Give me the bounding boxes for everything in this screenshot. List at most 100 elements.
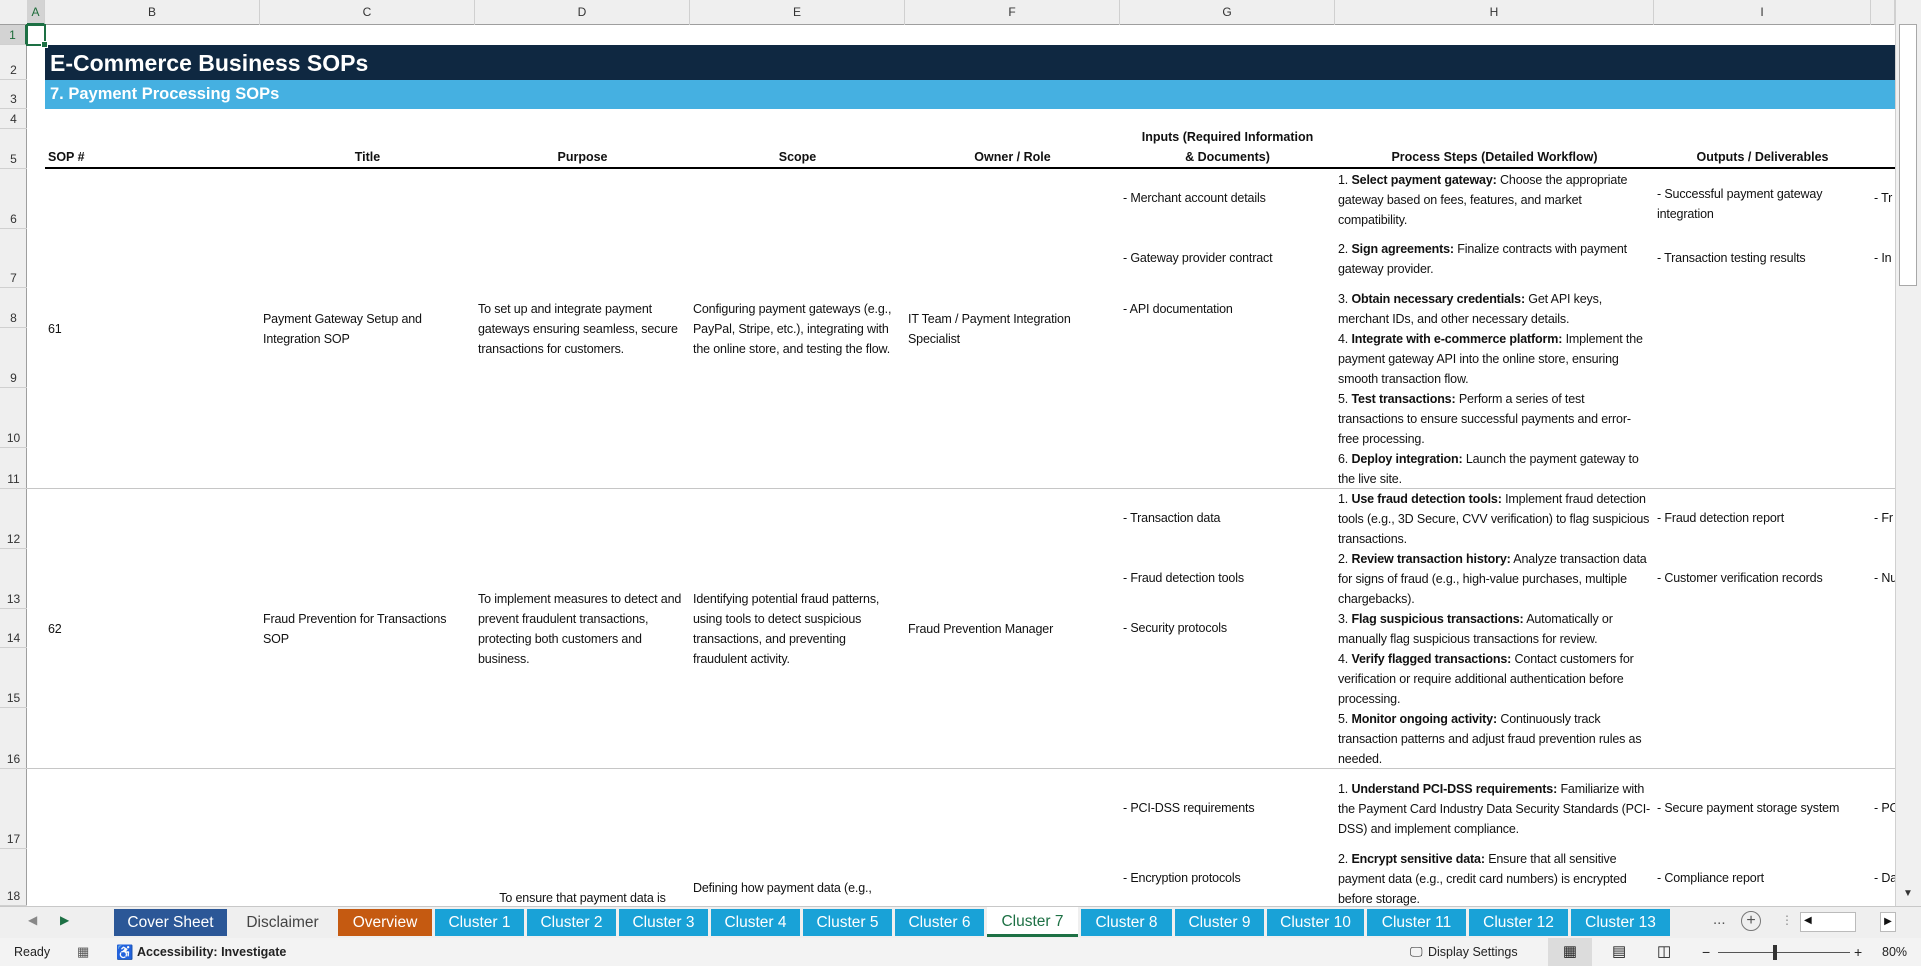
- process-step[interactable]: 2. Review transaction history: Analyze t…: [1335, 549, 1654, 609]
- row-header-7[interactable]: 7: [0, 229, 27, 288]
- row-header-17[interactable]: 17: [0, 769, 27, 849]
- column-header-a[interactable]: A: [27, 0, 45, 25]
- tab-splitter-icon[interactable]: ⋮: [1781, 913, 1793, 927]
- input-item[interactable]: - Transaction data: [1120, 508, 1335, 528]
- input-item[interactable]: - API documentation: [1120, 299, 1335, 319]
- row-header-6[interactable]: 6: [0, 169, 27, 229]
- sop-purpose[interactable]: To implement measures to detect and prev…: [475, 489, 690, 768]
- sheet-tab-cluster-3[interactable]: Cluster 3: [619, 909, 708, 936]
- sop-purpose[interactable]: To ensure that payment data is: [475, 888, 690, 908]
- sheet-tab-cluster-4[interactable]: Cluster 4: [711, 909, 800, 936]
- sop-scope[interactable]: Configuring payment gateways (e.g., PayP…: [690, 169, 905, 488]
- page-break-view-icon[interactable]: ◫: [1657, 938, 1671, 966]
- sheet-tab-cluster-1[interactable]: Cluster 1: [435, 909, 524, 936]
- input-item[interactable]: - Merchant account details: [1120, 188, 1335, 208]
- sop-owner[interactable]: Fraud Prevention Manager: [905, 489, 1120, 768]
- zoom-in-button[interactable]: +: [1854, 938, 1862, 966]
- column-header-g[interactable]: G: [1120, 0, 1335, 25]
- column-j-item-clipped[interactable]: - PC: [1871, 798, 1895, 818]
- sheet-tab-cluster-2[interactable]: Cluster 2: [527, 909, 616, 936]
- header-scope[interactable]: Scope: [690, 129, 905, 169]
- row-header-8[interactable]: 8: [0, 288, 27, 328]
- sop-purpose[interactable]: To set up and integrate payment gateways…: [475, 169, 690, 488]
- input-item[interactable]: - Security protocols: [1120, 618, 1335, 638]
- header-outputs[interactable]: Outputs / Deliverables: [1654, 129, 1871, 169]
- header-purpose[interactable]: Purpose: [475, 129, 690, 169]
- header-process-steps[interactable]: Process Steps (Detailed Workflow): [1335, 129, 1654, 169]
- output-item[interactable]: - Compliance report: [1654, 868, 1844, 888]
- page-layout-view-icon[interactable]: ▤: [1612, 938, 1626, 966]
- zoom-out-button[interactable]: −: [1702, 938, 1710, 966]
- row-header-9[interactable]: 9: [0, 328, 27, 388]
- display-settings-button[interactable]: Display Settings: [1428, 938, 1518, 966]
- sheet-tab-cluster-11[interactable]: Cluster 11: [1367, 909, 1466, 936]
- process-step[interactable]: 1. Select payment gateway: Choose the ap…: [1335, 170, 1654, 230]
- row-header-1[interactable]: 1: [0, 25, 27, 45]
- output-item[interactable]: - Fraud detection report: [1654, 508, 1844, 528]
- output-item[interactable]: - Transaction testing results: [1654, 248, 1844, 268]
- prev-sheet-arrow-icon[interactable]: ◀: [28, 913, 37, 927]
- input-item[interactable]: - Fraud detection tools: [1120, 568, 1335, 588]
- header-owner[interactable]: Owner / Role: [905, 129, 1120, 169]
- horizontal-scrollbar[interactable]: ◀: [1800, 912, 1856, 932]
- row-header-15[interactable]: 15: [0, 648, 27, 708]
- row-header-11[interactable]: 11: [0, 448, 27, 489]
- accessibility-icon[interactable]: ♿: [116, 938, 133, 966]
- column-header-c[interactable]: C: [260, 0, 475, 25]
- active-cell-A1[interactable]: [26, 24, 48, 48]
- scroll-down-arrow-icon[interactable]: ▼: [1899, 888, 1917, 904]
- sop-title[interactable]: Fraud Prevention for Transactions SOP: [260, 489, 475, 768]
- column-j-item-clipped[interactable]: - In: [1871, 248, 1895, 268]
- row-header-18[interactable]: 18: [0, 849, 27, 906]
- sop-scope[interactable]: Identifying potential fraud patterns, us…: [690, 489, 905, 768]
- sheet-tab-cluster-12[interactable]: Cluster 12: [1469, 909, 1568, 936]
- column-j-item-clipped[interactable]: - Da: [1871, 868, 1895, 888]
- process-step[interactable]: 3. Obtain necessary credentials: Get API…: [1335, 289, 1654, 329]
- accessibility-status[interactable]: Accessibility: Investigate: [137, 938, 286, 966]
- row-header-4[interactable]: 4: [0, 109, 27, 129]
- row-header-16[interactable]: 16: [0, 708, 27, 769]
- row-header-12[interactable]: 12: [0, 489, 27, 549]
- process-step[interactable]: 3. Flag suspicious transactions: Automat…: [1335, 609, 1654, 649]
- output-item[interactable]: - Customer verification records: [1654, 568, 1844, 588]
- process-step[interactable]: 1. Understand PCI-DSS requirements: Fami…: [1335, 779, 1654, 839]
- sheet-tab-cluster-5[interactable]: Cluster 5: [803, 909, 892, 936]
- zoom-slider[interactable]: [1718, 952, 1850, 953]
- input-item[interactable]: - Gateway provider contract: [1120, 248, 1335, 268]
- input-item[interactable]: - PCI-DSS requirements: [1120, 798, 1335, 818]
- column-j-item-clipped[interactable]: - Nu: [1871, 568, 1895, 588]
- sheet-tab-overview[interactable]: Overview: [338, 909, 432, 936]
- scroll-right-icon[interactable]: ▶: [1880, 912, 1896, 932]
- column-header-e[interactable]: E: [690, 0, 905, 25]
- next-sheet-arrow-icon[interactable]: ▶: [60, 913, 69, 927]
- row-header-5[interactable]: 5: [0, 129, 27, 169]
- scroll-left-icon[interactable]: ◀: [1804, 915, 1812, 926]
- display-settings-icon[interactable]: 🖵: [1410, 938, 1423, 966]
- sheet-tab-cluster-6[interactable]: Cluster 6: [895, 909, 984, 936]
- column-header-b[interactable]: B: [45, 0, 260, 25]
- sop-scope[interactable]: Defining how payment data (e.g.,: [690, 878, 905, 898]
- header-sop-number[interactable]: SOP #: [45, 129, 260, 169]
- row-header-3[interactable]: 3: [0, 80, 27, 109]
- output-item[interactable]: - Successful payment gateway integration: [1654, 184, 1844, 224]
- process-step[interactable]: 4. Integrate with e-commerce platform: I…: [1335, 329, 1654, 389]
- zoom-slider-thumb[interactable]: [1773, 945, 1777, 960]
- row-header-14[interactable]: 14: [0, 609, 27, 648]
- column-header-h[interactable]: H: [1335, 0, 1654, 25]
- process-step[interactable]: 4. Verify flagged transactions: Contact …: [1335, 649, 1654, 709]
- add-sheet-icon[interactable]: +: [1741, 911, 1761, 931]
- process-step[interactable]: 5. Test transactions: Perform a series o…: [1335, 389, 1654, 449]
- sheet-tab-disclaimer[interactable]: Disclaimer: [230, 909, 335, 936]
- sop-owner[interactable]: IT Team / Payment Integration Specialist: [905, 169, 1120, 488]
- header-title[interactable]: Title: [260, 129, 475, 169]
- row-header-10[interactable]: 10: [0, 388, 27, 448]
- sheet-tab-cover-sheet[interactable]: Cover Sheet: [114, 909, 227, 936]
- sheet-tab-cluster-10[interactable]: Cluster 10: [1267, 909, 1364, 936]
- sop-title[interactable]: Payment Gateway Setup and Integration SO…: [260, 169, 475, 488]
- sheet-tab-cluster-8[interactable]: Cluster 8: [1081, 909, 1172, 936]
- column-header-i[interactable]: I: [1654, 0, 1871, 25]
- process-step[interactable]: 2. Sign agreements: Finalize contracts w…: [1335, 239, 1654, 279]
- row-header-2[interactable]: 2: [0, 45, 27, 80]
- sheet-tab-cluster-7[interactable]: Cluster 7: [987, 907, 1078, 937]
- output-item[interactable]: - Secure payment storage system: [1654, 798, 1844, 818]
